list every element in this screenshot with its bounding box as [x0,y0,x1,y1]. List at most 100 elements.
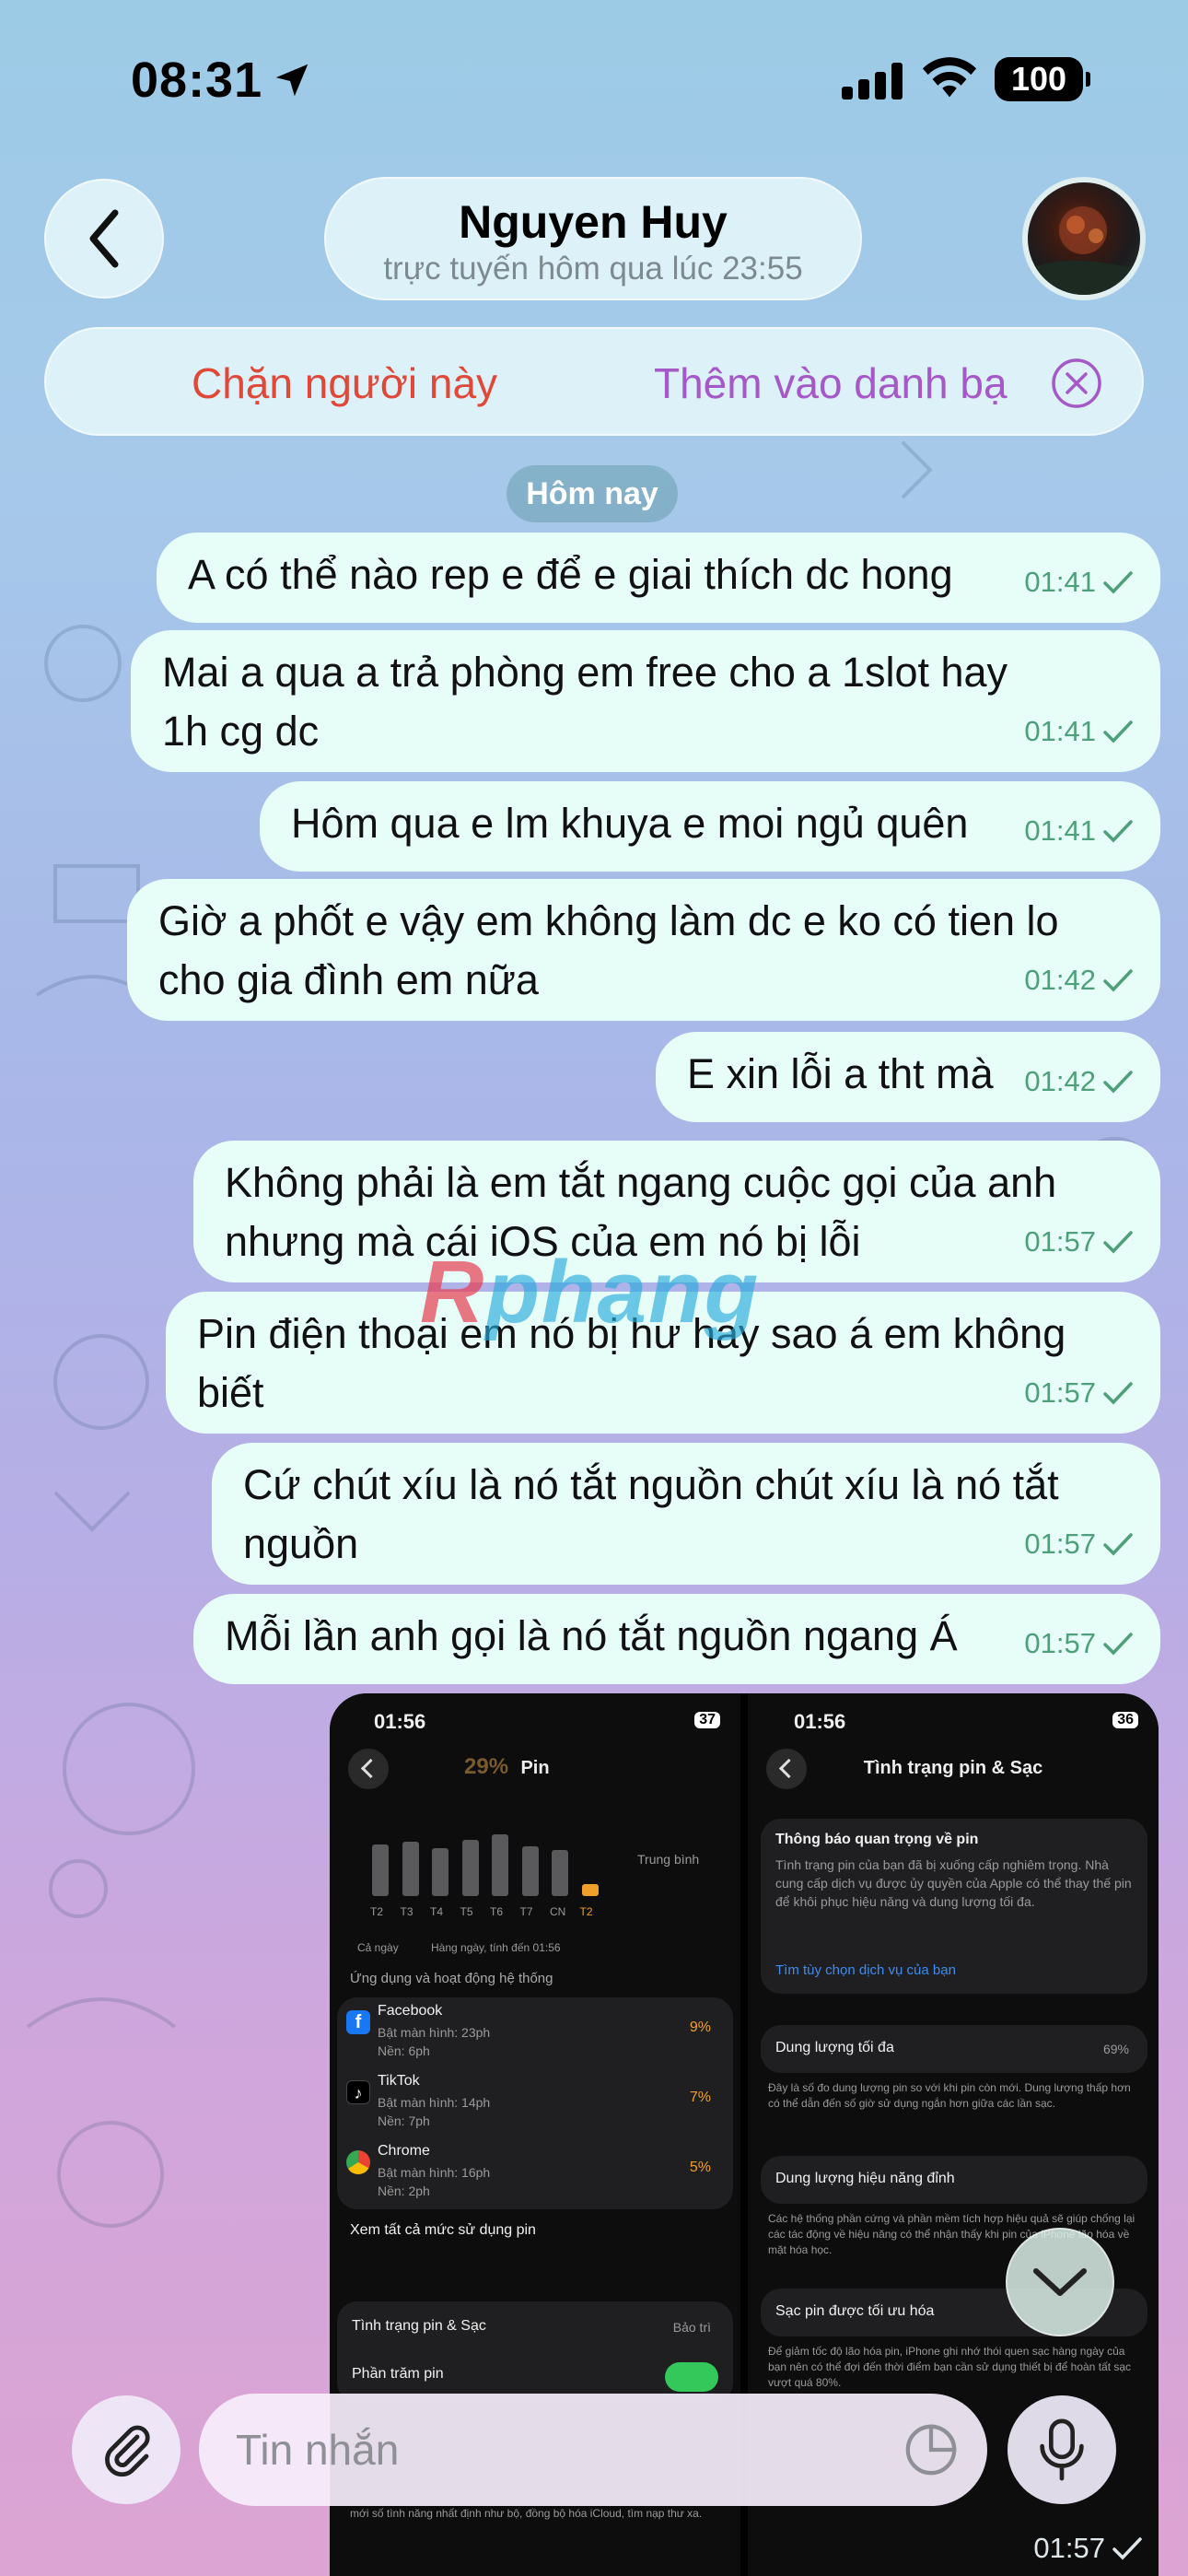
message-time: 01:42 [1024,964,1096,996]
read-check-icon [1112,2537,1142,2560]
health-value: Bảo trì [672,2320,711,2335]
usage-bar [402,1842,419,1896]
message-meta: 01:41 [1024,802,1135,861]
message-meta: 01:57 [1024,1212,1135,1271]
chrome-icon [346,2150,370,2174]
usage-bar [552,1850,568,1896]
usage-bar [581,1884,599,1896]
apps-card: f Facebook Bật màn hình: 23ph Nền: 6ph 9… [337,1997,733,2209]
microphone-button[interactable] [1007,2395,1116,2504]
day-label: T4 [430,1905,444,1918]
add-to-contacts-button[interactable]: Thêm vào danh bạ [654,358,1007,408]
scroll-to-bottom-button[interactable] [1006,2228,1114,2336]
app-bg: Nền: 6ph [378,2043,430,2058]
read-check-icon [1103,1533,1133,1556]
shot-percent: 29% [464,1754,509,1779]
see-all-link: Xem tất cả mức sử dụng pin [350,2222,536,2238]
usage-bar [461,1840,479,1896]
legend-all: Cả ngày [357,1941,399,1954]
close-icon[interactable] [1050,357,1103,410]
message-bubble[interactable]: Mỗi lần anh gọi là nó tắt nguồn ngang Á … [193,1594,1160,1684]
read-check-icon [1103,1633,1133,1656]
status-time: 08:31 [131,53,263,108]
cellular-signal-icon [842,63,903,100]
day-label: T5 [460,1905,473,1918]
app-percent: 7% [689,2090,711,2105]
shot-time: 01:56 [794,1710,846,1733]
day-label: CN [550,1905,566,1918]
usage-chart [367,1813,606,1896]
percent-row: Phần trăm pin [352,2366,444,2382]
day-label: T2 [579,1905,593,1918]
message-time: 01:57 [1024,1627,1096,1659]
chat-title[interactable]: Nguyen Huy trực tuyến hôm qua lúc 23:55 [324,177,862,300]
block-user-button[interactable]: Chặn người này [192,358,497,408]
unknown-contact-bar: Chặn người này Thêm vào danh bạ [44,327,1144,436]
message-bubble[interactable]: E xin lỗi a tht mà 01:42 [656,1032,1160,1122]
message-time: 01:57 [1024,1225,1096,1258]
message-time: 01:41 [1024,566,1096,598]
app-percent: 9% [689,2020,711,2035]
avg-label: Trung bình [637,1852,700,1867]
app-bg: Nền: 7ph [378,2113,430,2128]
read-check-icon [1103,969,1133,992]
app-name: TikTok [378,2073,420,2089]
legend-daily: Hàng ngày, tính đến 01:56 [431,1941,561,1954]
shot-battery: 37 [694,1712,720,1728]
contact-name: Nguyen Huy [459,196,728,248]
app-screen: Bật màn hình: 23ph [378,2025,491,2040]
message-input-placeholder: Tin nhắn [236,2426,400,2474]
day-label: T3 [400,1905,413,1918]
paperclip-icon [105,2425,150,2477]
microphone-icon [1040,2418,1084,2481]
message-meta: 01:42 [1024,1052,1135,1111]
app-bg: Nền: 2ph [378,2184,430,2198]
day-label: T6 [490,1905,504,1918]
status-bar: 08:31 100 [0,0,1188,157]
health-row: Tình trạng pin & Sạc [352,2318,486,2334]
message-time: 01:57 [1033,2532,1105,2564]
message-bubble[interactable]: Mai a qua a trả phòng em free cho a 1slo… [131,630,1160,772]
watermark-logo: Rphang [420,1243,761,1341]
shot-title: Pin [520,1758,550,1778]
message-meta: 01:57 [1024,1614,1135,1673]
read-check-icon [1103,1231,1133,1254]
usage-bar [432,1848,448,1896]
percent-toggle [665,2362,718,2392]
message-text: A có thể nào rep e để e giai thích dc ho… [188,551,953,598]
avatar-image [1028,206,1140,295]
notice-body: Tình trạng pin của bạn đã bị xuống cấp n… [775,1857,1132,1909]
wifi-icon [922,57,977,98]
message-input[interactable]: Tin nhắn [199,2394,987,2506]
sticker-icon[interactable] [903,2421,960,2478]
app-screen: Bật màn hình: 14ph [378,2095,491,2110]
message-text: Mai a qua a trả phòng em free cho a 1slo… [162,649,1008,755]
day-label: T2 [370,1905,384,1918]
message-time: 01:57 [1024,1376,1096,1409]
message-bubble[interactable]: Giờ a phốt e vậy em không làm dc e ko có… [127,879,1160,1021]
message-time: 01:41 [1024,814,1096,847]
message-bubble[interactable]: Hôm qua e lm khuya e moi ngủ quên 01:41 [260,781,1160,872]
shot-time: 01:56 [374,1710,426,1733]
opt-desc: Để giảm tốc độ lão hóa pin, iPhone ghi n… [768,2345,1132,2389]
app-name: Facebook [378,2003,443,2019]
message-bubble[interactable]: A có thể nào rep e để e giai thích dc ho… [157,533,1160,623]
back-button[interactable] [44,179,164,299]
message-text: Cứ chút xíu là nó tắt nguồn chút xíu là … [243,1461,1059,1567]
avatar[interactable] [1022,177,1146,300]
usage-bar [372,1844,389,1896]
capacity-value: 69% [1102,2042,1129,2056]
location-arrow-icon [275,64,309,97]
message-meta: 01:42 [1024,951,1135,1010]
image-message-meta: 01:57 [1033,2532,1144,2565]
perf-card: Dung lượng hiệu năng đỉnh [761,2156,1147,2204]
facebook-icon: f [346,2010,370,2034]
chevron-down-icon [1033,2268,1087,2296]
message-bubble[interactable]: Cứ chút xíu là nó tắt nguồn chút xíu là … [212,1443,1160,1585]
read-check-icon [1103,1071,1133,1094]
attach-button[interactable] [72,2395,181,2504]
capacity-label: Dung lượng tối đa [775,2040,894,2055]
battery-indicator: 100 [995,57,1090,101]
app-percent: 5% [689,2160,711,2175]
health-card: Tình trạng pin & Sạc Bảo trì Phần trăm p… [337,2301,733,2403]
